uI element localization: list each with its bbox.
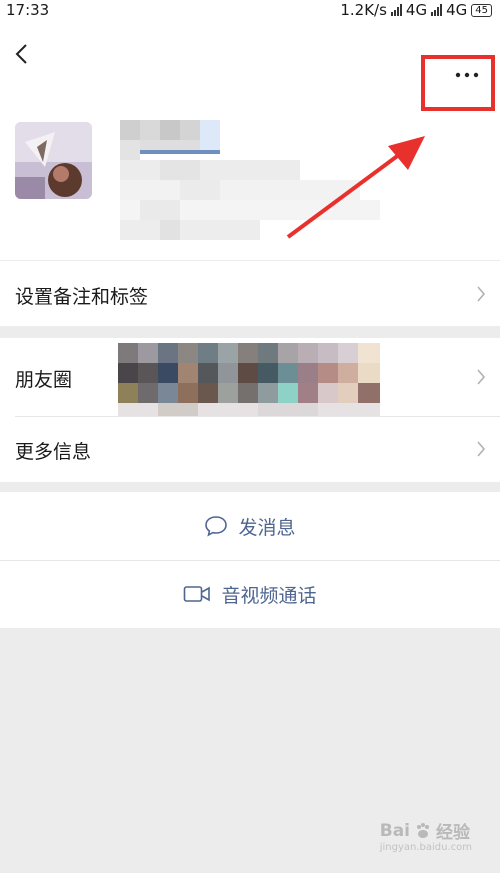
baidu-watermark: Bai 经验 — [379, 818, 470, 844]
network-speed: 1.2K/s — [340, 1, 387, 19]
send-message-label: 发消息 — [238, 516, 296, 539]
annotation-arrow — [286, 136, 425, 239]
profile-avatar[interactable] — [15, 122, 92, 199]
chevron-right-icon — [477, 369, 486, 385]
watermark-brand-cn: 经验 — [436, 823, 470, 843]
divider — [15, 416, 500, 417]
watermark-url: jingyan.baidu.com — [379, 842, 472, 853]
moments-label: 朋友圈 — [15, 369, 73, 391]
network-type-1: 4G — [405, 1, 428, 19]
set-remark-tags-label: 设置备注和标签 — [15, 286, 149, 308]
back-arrow-icon[interactable] — [12, 42, 32, 66]
video-call-button[interactable]: 音视频通话 — [0, 560, 500, 628]
watermark-brand: Bai — [379, 820, 410, 841]
chat-bubble-icon — [205, 516, 228, 537]
status-bar: 17:33 1.2K/s 4G 4G 45 — [0, 0, 500, 22]
send-message-button[interactable]: 发消息 — [0, 492, 500, 560]
signal-icon-2 — [431, 4, 443, 16]
video-call-label: 音视频通话 — [221, 584, 317, 607]
battery-icon: 45 — [471, 3, 492, 17]
profile-card — [0, 22, 500, 260]
video-camera-icon — [184, 586, 211, 602]
highlight-box — [421, 55, 495, 111]
status-indicators: 1.2K/s 4G 4G 45 — [340, 1, 492, 19]
chevron-right-icon — [477, 286, 486, 302]
info-group: 朋友圈 更多信息 — [0, 338, 500, 482]
action-group: 发消息 音视频通话 — [0, 492, 500, 628]
network-type-2: 4G — [446, 1, 468, 19]
paw-icon — [417, 822, 429, 838]
chevron-right-icon — [477, 441, 486, 457]
more-info-label[interactable]: 更多信息 — [15, 437, 91, 464]
status-time: 17:33 — [6, 1, 50, 19]
signal-icon — [390, 4, 402, 16]
moments-thumbnails[interactable] — [118, 343, 380, 417]
set-remark-tags-row[interactable]: 设置备注和标签 — [0, 261, 500, 326]
